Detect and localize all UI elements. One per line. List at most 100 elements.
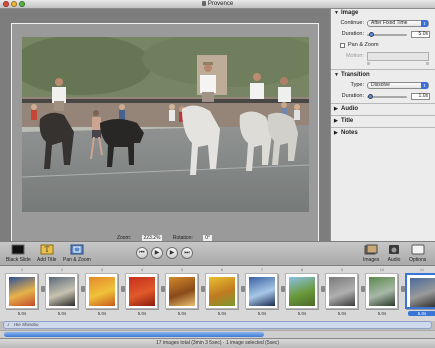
- play-button[interactable]: ▶: [151, 247, 163, 259]
- slide-thumbnail-image: [209, 277, 235, 306]
- slider-knob[interactable]: [369, 32, 374, 37]
- slider-knob[interactable]: [368, 94, 373, 99]
- window-title: Provence: [0, 1, 435, 7]
- filmstrip-slide[interactable]: 11 5.0s: [402, 266, 435, 321]
- status-bar: 17 images total (3min 3 5sec) · 1 image …: [0, 338, 435, 348]
- scrollbar-thumb[interactable]: [4, 332, 264, 337]
- previous-slide-button[interactable]: ⏮: [136, 247, 148, 259]
- audio-section-header[interactable]: ▶ Audio: [331, 105, 435, 114]
- slide-thumbnail[interactable]: [45, 273, 78, 309]
- transition-duration-label: Duration:: [341, 93, 364, 99]
- play-icon: ▶: [169, 250, 175, 256]
- black-slide-icon: [11, 244, 25, 255]
- filmstrip-slide[interactable]: 10 5.0s: [362, 266, 405, 321]
- audio-track[interactable]: ♪ Hie Shinobu: [3, 321, 432, 329]
- disclosure-open-icon[interactable]: ▼: [334, 9, 339, 18]
- slide-thumbnail-image: [169, 277, 195, 306]
- disclosure-closed-icon[interactable]: ▶: [334, 129, 338, 138]
- pan-zoom-button[interactable]: Pan & Zoom: [63, 244, 91, 263]
- slide-thumbnail[interactable]: [405, 273, 435, 309]
- slide-number: 5: [180, 267, 184, 272]
- slide-number: 11: [419, 267, 425, 272]
- slide-duration: 5.0s: [217, 311, 227, 316]
- slide-number: 10: [379, 267, 385, 272]
- black-slide-button[interactable]: Black Slide: [6, 244, 31, 263]
- title-bar: Provence: [0, 0, 435, 9]
- slide-number: 1: [20, 267, 24, 272]
- pan-zoom-checkbox[interactable]: [340, 43, 345, 48]
- images-button[interactable]: Images: [363, 244, 379, 263]
- slide-thumbnail[interactable]: [365, 273, 398, 309]
- filmstrip-slide[interactable]: 9 5.0s: [322, 266, 365, 321]
- filmstrip-slide[interactable]: 5 5.0s: [162, 266, 205, 321]
- fast-forward-icon: ⏭: [184, 250, 190, 256]
- photo-crop-frame[interactable]: Zoom: 223.2% Rotation: 0°: [11, 23, 319, 248]
- slide-viewer: Zoom: 223.2% Rotation: 0°: [0, 9, 330, 248]
- add-title-button[interactable]: T Add Title: [37, 244, 56, 263]
- slide-number: 3: [100, 267, 104, 272]
- transition-duration-field[interactable]: 1.0s: [411, 93, 430, 100]
- slide-thumbnail[interactable]: [285, 273, 318, 309]
- image-duration-slider[interactable]: [367, 32, 407, 37]
- filmstrip-slide[interactable]: 1 5.0s: [2, 266, 45, 321]
- options-icon: [411, 244, 425, 255]
- slide-thumbnail[interactable]: [125, 273, 158, 309]
- motion-start-end-thumbs: [367, 52, 429, 61]
- slide-thumbnail-image: [249, 277, 275, 306]
- audio-button[interactable]: Audio: [387, 244, 401, 263]
- transition-type-popup[interactable]: Dissolve ⇕: [367, 82, 429, 89]
- options-button[interactable]: Options: [409, 244, 426, 263]
- disclosure-closed-icon[interactable]: ▶: [334, 117, 338, 126]
- music-note-icon: ♪: [7, 322, 10, 328]
- slide-duration: 5.0s: [257, 311, 267, 316]
- slide-number: 6: [220, 267, 224, 272]
- transition-duration-slider[interactable]: [367, 94, 407, 99]
- filmstrip-slide[interactable]: 6 5.0s: [202, 266, 245, 321]
- section-divider: [331, 103, 435, 104]
- slide-number: 7: [260, 267, 264, 272]
- slide-thumbnail[interactable]: [325, 273, 358, 309]
- continue-popup[interactable]: After Fixed Time ⇕: [367, 20, 429, 27]
- disclosure-open-icon[interactable]: ▼: [334, 71, 339, 80]
- title-section-header[interactable]: ▶ Title: [331, 117, 435, 126]
- section-divider: [331, 115, 435, 116]
- filmstrip-slide[interactable]: 4 5.0s: [122, 266, 165, 321]
- slide-thumbnail[interactable]: [5, 273, 38, 309]
- slide-thumbnail[interactable]: [245, 273, 278, 309]
- motion-label: Motion:: [345, 53, 364, 59]
- slide-duration: 5.0s: [17, 311, 27, 316]
- slide-thumbnail[interactable]: [205, 273, 238, 309]
- disclosure-closed-icon[interactable]: ▶: [334, 105, 338, 114]
- play-fullscreen-button[interactable]: ▶: [166, 247, 178, 259]
- audio-track-label: Hie Shinobu: [14, 322, 39, 327]
- transition-type-label: Type:: [350, 82, 364, 88]
- continue-label: Continue:: [340, 20, 364, 26]
- slide-duration: 5.0s: [177, 311, 187, 316]
- slide-thumbnail-image: [329, 277, 355, 306]
- tick-mark: [367, 62, 370, 65]
- filmstrip-slide[interactable]: 3 5.0s: [82, 266, 125, 321]
- svg-text:T: T: [44, 246, 49, 254]
- image-duration-row: Duration: 5.0s: [331, 29, 435, 40]
- slide-duration: 5.0s: [377, 311, 387, 316]
- filmstrip-slide[interactable]: 2 5.0s: [42, 266, 85, 321]
- images-icon: [364, 244, 378, 255]
- add-title-icon: T: [40, 244, 54, 255]
- slide-duration: 5.0s: [57, 311, 67, 316]
- image-section-header[interactable]: ▼ Image: [331, 9, 435, 18]
- filmstrip-slide[interactable]: 8 5.0s: [282, 266, 325, 321]
- audio-icon: [389, 245, 399, 254]
- transition-section-header[interactable]: ▼ Transition: [331, 71, 435, 80]
- slide-thumbnail[interactable]: [85, 273, 118, 309]
- slide-thumbnail-image: [369, 277, 395, 306]
- slide-duration: 5.0s: [297, 311, 307, 316]
- notes-section-header[interactable]: ▶ Notes: [331, 129, 435, 138]
- filmstrip-scrollbar[interactable]: [0, 330, 435, 338]
- slide-thumbnail[interactable]: [165, 273, 198, 309]
- next-slide-button[interactable]: ⏭: [181, 247, 193, 259]
- section-divider: [331, 69, 435, 70]
- image-duration-field[interactable]: 5.0s: [411, 31, 430, 38]
- filmstrip-slide[interactable]: 7 5.0s: [242, 266, 285, 321]
- slide-duration: 5.0s: [137, 311, 147, 316]
- slide-thumbnail-image: [89, 277, 115, 306]
